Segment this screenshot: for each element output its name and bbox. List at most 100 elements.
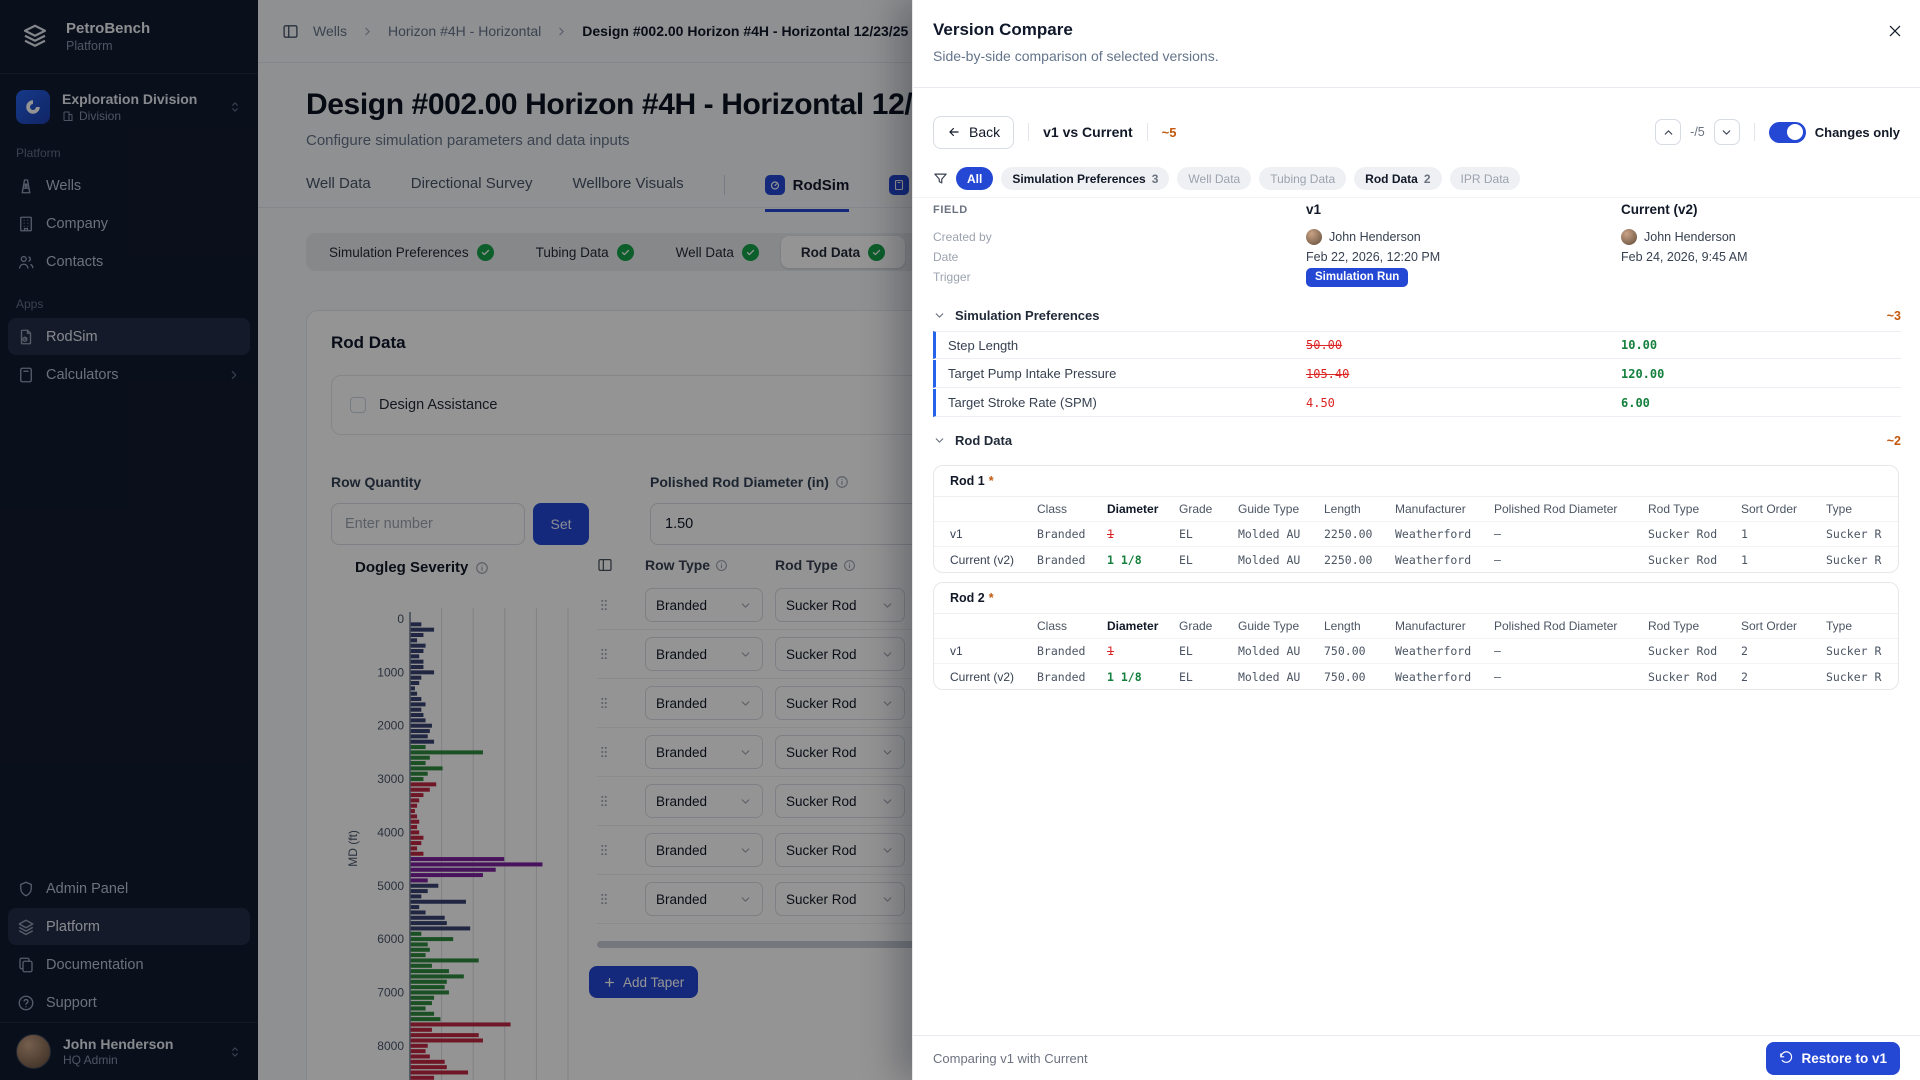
next-change-button[interactable] bbox=[1714, 119, 1740, 145]
avatar bbox=[1621, 229, 1637, 245]
section-rod-data[interactable]: Rod Data ~2 bbox=[933, 433, 1901, 448]
section-simulation-preferences[interactable]: Simulation Preferences ~3 bbox=[933, 308, 1901, 323]
cell: Molded AU bbox=[1238, 670, 1324, 684]
cell: Molded AU bbox=[1238, 644, 1324, 658]
sim-prefs-changes: Step Length50.0010.00Target Pump Intake … bbox=[933, 331, 1901, 418]
avatar bbox=[1306, 229, 1322, 245]
chip-label: Simulation Preferences bbox=[1012, 172, 1145, 186]
chevron-down-icon bbox=[933, 309, 946, 322]
chip-label: Rod Data bbox=[1365, 172, 1418, 186]
cell: 1 bbox=[1741, 527, 1826, 541]
col-header: Manufacturer bbox=[1395, 619, 1494, 633]
cell: – bbox=[1494, 527, 1648, 541]
old-value: 4.50 bbox=[1306, 396, 1621, 410]
col-header: Diameter bbox=[1107, 502, 1179, 516]
panel-title: Version Compare bbox=[933, 20, 1073, 40]
cell: 1 bbox=[1107, 644, 1179, 658]
col-header: Class bbox=[1037, 502, 1107, 516]
v2-column-header: Current (v2) bbox=[1621, 202, 1901, 217]
col-header: Polished Rod Diameter bbox=[1494, 619, 1648, 633]
cell: Weatherford bbox=[1395, 670, 1494, 684]
rod-table-row: v1Branded1ELMolded AU750.00Weatherford–S… bbox=[934, 639, 1898, 664]
rod-table-header: ClassDiameterGradeGuide TypeLengthManufa… bbox=[934, 497, 1898, 522]
cell: Branded bbox=[1037, 670, 1107, 684]
chip-label: Well Data bbox=[1188, 172, 1240, 186]
cell: 1 1/8 bbox=[1107, 670, 1179, 684]
v1-column-header: v1 bbox=[1306, 202, 1621, 217]
filter-chip-rod-data[interactable]: Rod Data2 bbox=[1354, 167, 1441, 190]
close-icon[interactable] bbox=[1884, 20, 1906, 42]
change-field: Target Pump Intake Pressure bbox=[948, 366, 1306, 381]
cell: Sucker Rod bbox=[1826, 670, 1882, 684]
col-header: Guide Type bbox=[1238, 619, 1324, 633]
comparison-status: Comparing v1 with Current bbox=[933, 1051, 1088, 1066]
filter-chip-all[interactable]: All bbox=[956, 167, 993, 190]
trigger-badge: Simulation Run bbox=[1306, 268, 1408, 287]
cell: – bbox=[1494, 553, 1648, 567]
chip-label: Tubing Data bbox=[1270, 172, 1335, 186]
cell: EL bbox=[1179, 527, 1238, 541]
col-header: Type bbox=[1826, 502, 1882, 516]
col-header: Class bbox=[1037, 619, 1107, 633]
filter-chip-row: All Simulation Preferences3 Well Data Tubin… bbox=[913, 160, 1920, 198]
cell: Weatherford bbox=[1395, 644, 1494, 658]
restore-label: Restore to v1 bbox=[1801, 1051, 1887, 1066]
version-label: v1 bbox=[950, 644, 1037, 658]
cell: 2 bbox=[1741, 644, 1826, 658]
old-value: 50.00 bbox=[1306, 338, 1621, 352]
col-header: Diameter bbox=[1107, 619, 1179, 633]
created-by-label: Created by bbox=[933, 230, 1306, 244]
panel-subtitle: Side-by-side comparison of selected vers… bbox=[933, 48, 1219, 64]
col-header: Rod Type bbox=[1648, 502, 1741, 516]
cell: 1 bbox=[1741, 553, 1826, 567]
version-compare-panel: Version Compare Side-by-side comparison … bbox=[912, 0, 1920, 1080]
change-row: Target Pump Intake Pressure105.40120.00 bbox=[933, 360, 1901, 388]
cell: Sucker Rod bbox=[1826, 553, 1882, 567]
section-title: Simulation Preferences bbox=[955, 308, 1100, 323]
date-v2: Feb 24, 2026, 9:45 AM bbox=[1621, 250, 1901, 264]
cell: 2 bbox=[1741, 670, 1826, 684]
cell: Sucker Rod bbox=[1648, 644, 1741, 658]
rod-table-row: v1Branded1ELMolded AU2250.00Weatherford–… bbox=[934, 522, 1898, 547]
filter-chip-ipr-data[interactable]: IPR Data bbox=[1450, 167, 1521, 190]
compare-label: v1 vs Current bbox=[1043, 124, 1132, 140]
filter-chip-tubing-data[interactable]: Tubing Data bbox=[1259, 167, 1346, 190]
compare-toolbar: Back v1 vs Current ~5 -/5 Changes only bbox=[913, 104, 1920, 160]
cell: 1 1/8 bbox=[1107, 553, 1179, 567]
version-label: Current (v2) bbox=[950, 670, 1037, 684]
rod-group-title: Rod 1* bbox=[934, 466, 1898, 497]
old-value: 105.40 bbox=[1306, 367, 1621, 381]
new-value: 120.00 bbox=[1621, 367, 1901, 381]
section-diff-count: ~3 bbox=[1887, 309, 1901, 323]
cell: – bbox=[1494, 670, 1648, 684]
col-header: Grade bbox=[1179, 619, 1238, 633]
rod-group-card-rod-1: Rod 1*ClassDiameterGradeGuide TypeLength… bbox=[933, 465, 1899, 573]
changed-indicator: * bbox=[989, 474, 994, 488]
change-field: Step Length bbox=[948, 338, 1306, 353]
diff-count-badge: ~5 bbox=[1162, 125, 1177, 140]
rod-group-card-rod-2: Rod 2*ClassDiameterGradeGuide TypeLength… bbox=[933, 582, 1899, 690]
rod-table-row: Current (v2)Branded1 1/8ELMolded AU2250.… bbox=[934, 547, 1898, 572]
col-header: Rod Type bbox=[1648, 619, 1741, 633]
chip-label: IPR Data bbox=[1461, 172, 1510, 186]
cell: Sucker Rod bbox=[1648, 527, 1741, 541]
filter-chip-simulation-preferences[interactable]: Simulation Preferences3 bbox=[1001, 167, 1169, 190]
change-row: Step Length50.0010.00 bbox=[933, 331, 1901, 359]
field-column-header: FIELD bbox=[933, 204, 1306, 216]
change-position: -/5 bbox=[1690, 125, 1705, 139]
cell: 750.00 bbox=[1324, 670, 1395, 684]
rod-table-row: Current (v2)Branded1 1/8ELMolded AU750.0… bbox=[934, 664, 1898, 689]
cell: – bbox=[1494, 644, 1648, 658]
restore-button[interactable]: Restore to v1 bbox=[1766, 1042, 1900, 1075]
new-value: 10.00 bbox=[1621, 338, 1901, 352]
prev-change-button[interactable] bbox=[1655, 119, 1681, 145]
cell: EL bbox=[1179, 670, 1238, 684]
filter-chip-well-data[interactable]: Well Data bbox=[1177, 167, 1251, 190]
cell: Sucker Rod bbox=[1826, 644, 1882, 658]
back-button[interactable]: Back bbox=[933, 116, 1014, 149]
cell: Branded bbox=[1037, 644, 1107, 658]
cell: 1 bbox=[1107, 527, 1179, 541]
cell: Weatherford bbox=[1395, 553, 1494, 567]
change-row: Target Stroke Rate (SPM)4.506.00 bbox=[933, 389, 1901, 417]
changes-only-toggle[interactable] bbox=[1769, 122, 1806, 143]
